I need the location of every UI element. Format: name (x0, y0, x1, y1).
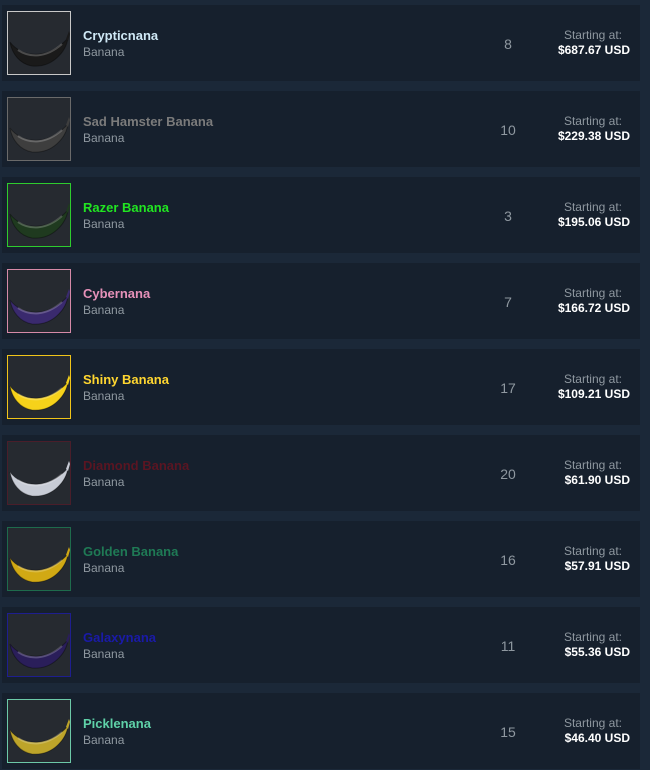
listing-quantity: 16 (500, 552, 516, 568)
listing-quantity: 11 (500, 638, 516, 654)
listing-row[interactable]: Golden Banana Banana 16 Starting at: $57.91 … (2, 521, 640, 597)
listing-quantity: 15 (500, 724, 516, 740)
starting-at-label: Starting at: (563, 200, 622, 214)
starting-price: $57.91 USD (564, 559, 630, 573)
listing-row[interactable]: Sad Hamster Banana Banana 10 Starting at: $2… (2, 91, 640, 167)
listing-row[interactable]: Diamond Banana Banana 20 Starting at: $61.90… (2, 435, 640, 511)
listing-thumbnail (7, 441, 71, 505)
item-game: Banana (83, 389, 125, 403)
item-name[interactable]: Crypticnana (83, 28, 158, 43)
galaxynana-banana-icon (9, 633, 70, 669)
item-name[interactable]: Picklenana (83, 716, 151, 731)
item-name[interactable]: Golden Banana (83, 544, 178, 559)
market-listing-list: Crypticnana Banana 8 Starting at: $687.67 US… (0, 0, 650, 770)
starting-price: $55.36 USD (564, 645, 630, 659)
starting-at-label: Starting at: (563, 458, 622, 472)
listing-thumbnail (7, 11, 71, 75)
cybernana-banana-icon (9, 289, 70, 325)
item-game: Banana (83, 45, 125, 59)
razer-banana-icon (9, 203, 70, 239)
starting-at-label: Starting at: (563, 716, 622, 730)
starting-at-label: Starting at: (563, 544, 622, 558)
item-game: Banana (83, 475, 125, 489)
listing-thumbnail (7, 355, 71, 419)
listing-row[interactable]: Razer Banana Banana 3 Starting at: $195.06 U… (2, 177, 640, 253)
sad-hamster-banana-icon (9, 117, 70, 153)
starting-price: $61.90 USD (564, 473, 630, 487)
item-name[interactable]: Shiny Banana (83, 372, 169, 387)
item-name[interactable]: Cybernana (83, 286, 150, 301)
picklenana-banana-icon (9, 719, 70, 755)
starting-at-label: Starting at: (563, 630, 622, 644)
crypticnana-banana-icon (9, 31, 70, 67)
diamond-banana-icon (9, 461, 70, 497)
starting-at-label: Starting at: (563, 28, 622, 42)
listing-row[interactable]: Picklenana Banana 15 Starting at: $46.40 USD (2, 693, 640, 769)
item-game: Banana (83, 303, 125, 317)
shiny-banana-icon (9, 375, 70, 411)
listing-thumbnail (7, 527, 71, 591)
listing-row[interactable]: Galaxynana Banana 11 Starting at: $55.36 USD (2, 607, 640, 683)
listing-quantity: 8 (504, 36, 512, 52)
listing-thumbnail (7, 269, 71, 333)
starting-price: $229.38 USD (557, 129, 630, 143)
item-name[interactable]: Galaxynana (83, 630, 156, 645)
listing-quantity: 20 (500, 466, 516, 482)
listing-thumbnail (7, 699, 71, 763)
item-game: Banana (83, 217, 125, 231)
listing-row[interactable]: Cybernana Banana 7 Starting at: $166.72 USD (2, 263, 640, 339)
starting-price: $687.67 USD (557, 43, 630, 57)
item-game: Banana (83, 561, 125, 575)
listing-quantity: 17 (500, 380, 516, 396)
starting-price: $195.06 USD (557, 215, 630, 229)
item-game: Banana (83, 131, 125, 145)
starting-at-label: Starting at: (563, 286, 622, 300)
starting-price: $166.72 USD (557, 301, 630, 315)
listing-quantity: 3 (504, 208, 512, 224)
starting-price: $109.21 USD (557, 387, 630, 401)
item-game: Banana (83, 647, 125, 661)
listing-row[interactable]: Shiny Banana Banana 17 Starting at: $109.21 … (2, 349, 640, 425)
starting-price: $46.40 USD (564, 731, 630, 745)
listing-quantity: 10 (500, 122, 516, 138)
listing-row[interactable]: Crypticnana Banana 8 Starting at: $687.67 US… (2, 5, 640, 81)
item-game: Banana (83, 733, 125, 747)
starting-at-label: Starting at: (563, 114, 622, 128)
listing-thumbnail (7, 613, 71, 677)
listing-thumbnail (7, 183, 71, 247)
starting-at-label: Starting at: (563, 372, 622, 386)
listing-quantity: 7 (504, 294, 512, 310)
item-name[interactable]: Razer Banana (83, 200, 169, 215)
listing-thumbnail (7, 97, 71, 161)
item-name[interactable]: Sad Hamster Banana (83, 114, 213, 129)
golden-banana-icon (9, 547, 70, 583)
item-name[interactable]: Diamond Banana (83, 458, 189, 473)
